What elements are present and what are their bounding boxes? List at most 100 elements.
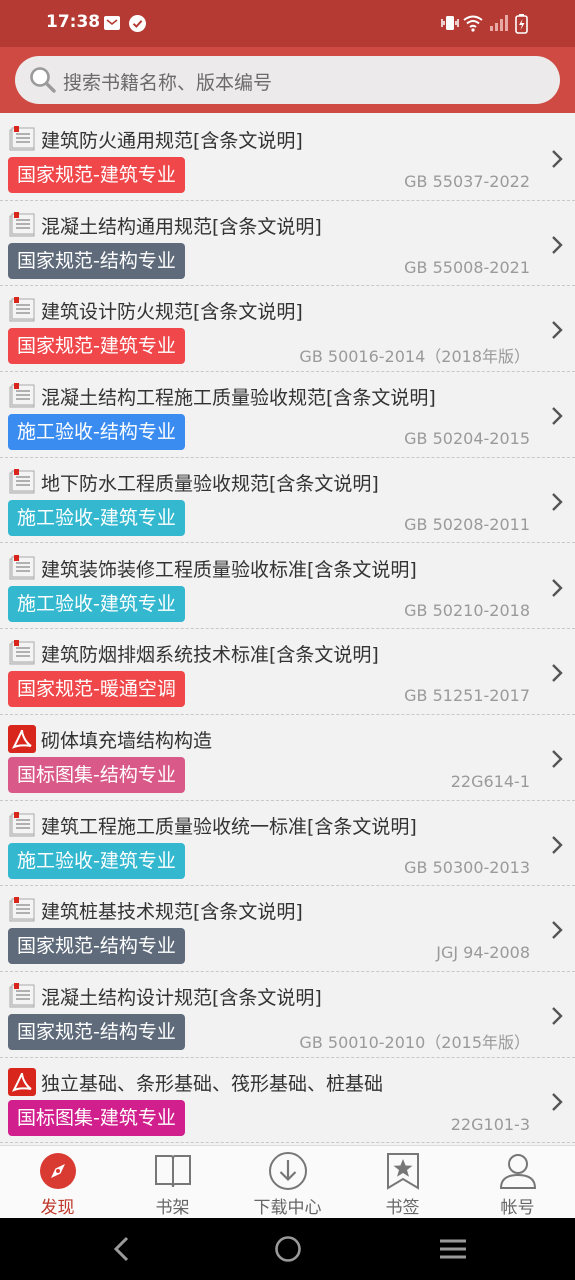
search-input[interactable]: 搜索书籍名称、版本编号 — [15, 56, 560, 104]
standard-code: GB 55037-2022 — [404, 172, 530, 191]
vibrate-icon — [440, 14, 460, 36]
category-badge: 国家规范-结构专业 — [8, 1014, 185, 1050]
doc-icon — [8, 125, 36, 153]
book-title: 混凝土结构设计规范[含条文说明] — [41, 987, 322, 1009]
wifi-icon — [462, 14, 484, 36]
list-item[interactable]: 建筑桩基技术规范[含条文说明] 国家规范-结构专业 JGJ 94-2008 — [0, 886, 575, 972]
bottom-tab-bar: 发现 书架 下载中心 书签 帐号 — [0, 1145, 575, 1218]
list-item[interactable]: 独立基础、条形基础、筏形基础、桩基础国标图集-建筑专业 22G101-3 — [0, 1057, 575, 1144]
doc-icon — [8, 811, 36, 839]
chevron-right-icon — [549, 406, 565, 430]
category-badge: 国家规范-建筑专业 — [8, 157, 185, 193]
standard-code: GB 50204-2015 — [404, 429, 530, 449]
download-icon — [268, 1151, 308, 1195]
tab-label: 发现 — [40, 1198, 75, 1218]
list-item[interactable]: 建筑防火通用规范[含条文说明] 国家规范-建筑专业 GB 55037-2022 — [0, 115, 575, 201]
doc-icon — [8, 896, 36, 924]
list-item[interactable]: 建筑装饰装修工程质量验收标准[含条文说明] 施工验收-建筑专业 GB 50210-2… — [0, 543, 575, 630]
home-icon[interactable] — [273, 1234, 303, 1268]
chevron-right-icon — [549, 835, 565, 859]
book-title: 砌体填充墙结构构造 — [41, 729, 213, 752]
list-item[interactable]: 建筑设计防火规范[含条文说明] 国家规范-建筑专业 GB 50016-2014（20… — [0, 286, 575, 373]
tab-download-center[interactable]: 下载中心 — [230, 1146, 345, 1219]
tab-account[interactable]: 帐号 — [460, 1146, 575, 1219]
tab-label: 帐号 — [500, 1198, 535, 1218]
standard-code: GB 50300-2013 — [404, 857, 530, 877]
list-item[interactable]: 混凝土结构设计规范[含条文说明] 国家规范-结构专业 GB 50010-2010（2… — [0, 972, 575, 1058]
check-circle-icon — [128, 14, 147, 37]
doc-icon — [8, 296, 36, 324]
category-badge: 施工验收-建筑专业 — [8, 842, 185, 879]
status-time: 17:38 — [46, 12, 101, 32]
app-header: 搜索书籍名称、版本编号 — [0, 47, 575, 113]
tab-discover[interactable]: 发现 — [0, 1146, 115, 1219]
category-badge: 施工验收-建筑专业 — [8, 499, 185, 536]
list-item[interactable]: 地下防水工程质量验收规范[含条文说明] 施工验收-建筑专业 GB 50208-201… — [0, 457, 575, 544]
standard-code: JGJ 94-2008 — [436, 943, 530, 963]
pdf-icon — [8, 724, 36, 753]
status-bar: 17:38 — [0, 0, 575, 47]
category-badge: 国标图集-建筑专业 — [8, 1099, 185, 1136]
standard-code: GB 50210-2018 — [404, 600, 530, 620]
list-item[interactable]: 混凝土结构工程施工质量验收规范[含条文说明] 施工验收-结构专业 GB 50204-… — [0, 372, 575, 458]
book-title: 混凝土结构通用规范[含条文说明] — [41, 215, 322, 238]
chevron-right-icon — [549, 235, 565, 259]
search-icon — [29, 66, 57, 98]
chevron-right-icon — [549, 920, 565, 944]
book-title: 建筑防火通用规范[含条文说明] — [41, 130, 303, 152]
chevron-right-icon — [549, 492, 565, 516]
doc-icon — [8, 468, 36, 496]
signal-icon — [489, 14, 509, 36]
list-item[interactable]: 建筑工程施工质量验收统一标准[含条文说明] 施工验收-建筑专业 GB 50300-2… — [0, 800, 575, 887]
user-icon — [498, 1151, 538, 1195]
compass-icon — [38, 1151, 78, 1195]
standard-code: GB 51251-2017 — [404, 686, 530, 706]
category-badge: 国家规范-结构专业 — [8, 928, 185, 965]
list-item[interactable]: 砌体填充墙结构构造国标图集-结构专业 22G614-1 — [0, 714, 575, 801]
book-title: 建筑防烟排烟系统技术标准[含条文说明] — [41, 644, 379, 667]
chevron-right-icon — [549, 1092, 565, 1116]
back-icon[interactable] — [110, 1234, 134, 1268]
doc-icon — [8, 382, 36, 410]
tab-label: 书架 — [155, 1198, 190, 1218]
battery-icon — [515, 14, 528, 38]
standard-code: 22G101-3 — [450, 1114, 530, 1134]
tab-label: 书签 — [385, 1198, 420, 1218]
category-badge: 施工验收-建筑专业 — [8, 585, 185, 622]
book-title: 建筑装饰装修工程质量验收标准[含条文说明] — [41, 558, 417, 581]
book-title: 建筑设计防火规范[含条文说明] — [41, 301, 303, 324]
book-title: 混凝土结构工程施工质量验收规范[含条文说明] — [41, 387, 436, 410]
category-badge: 国标图集-结构专业 — [8, 756, 185, 793]
chevron-right-icon — [549, 1006, 565, 1030]
list-item[interactable]: 混凝土结构通用规范[含条文说明] 国家规范-结构专业 GB 55008-2021 — [0, 200, 575, 287]
book-title: 地下防水工程质量验收规范[含条文说明] — [41, 472, 379, 495]
list-item[interactable]: 建筑防烟排烟系统技术标准[含条文说明] 国家规范-暖通空调 GB 51251-201… — [0, 629, 575, 715]
doc-icon — [8, 554, 36, 582]
book-title: 建筑工程施工质量验收统一标准[含条文说明] — [41, 815, 417, 838]
mail-icon — [103, 14, 121, 36]
pdf-icon — [8, 1067, 36, 1096]
bookmark-icon — [383, 1151, 423, 1195]
chevron-right-icon — [549, 578, 565, 602]
category-badge: 国家规范-结构专业 — [8, 242, 185, 279]
category-badge: 国家规范-暖通空调 — [8, 671, 185, 708]
chevron-right-icon — [549, 663, 565, 687]
chevron-right-icon — [549, 320, 565, 344]
standard-code: GB 50016-2014（2018年版） — [299, 347, 530, 367]
chevron-right-icon — [549, 749, 565, 773]
doc-icon — [8, 211, 36, 239]
book-title: 独立基础、条形基础、筏形基础、桩基础 — [41, 1072, 384, 1095]
search-placeholder: 搜索书籍名称、版本编号 — [63, 72, 273, 94]
book-icon — [153, 1151, 193, 1195]
standard-code: 22G614-1 — [450, 771, 530, 791]
system-nav-bar — [0, 1218, 575, 1280]
tab-bookshelf[interactable]: 书架 — [115, 1146, 230, 1219]
standard-code: GB 55008-2021 — [404, 257, 530, 277]
doc-icon — [8, 639, 36, 667]
standard-code: GB 50010-2010（2015年版） — [299, 1033, 530, 1052]
category-badge: 国家规范-建筑专业 — [8, 328, 185, 365]
tab-bookmarks[interactable]: 书签 — [345, 1146, 460, 1219]
standard-code: GB 50208-2011 — [404, 514, 530, 534]
recents-menu-icon[interactable] — [438, 1234, 468, 1268]
chevron-right-icon — [549, 149, 565, 173]
